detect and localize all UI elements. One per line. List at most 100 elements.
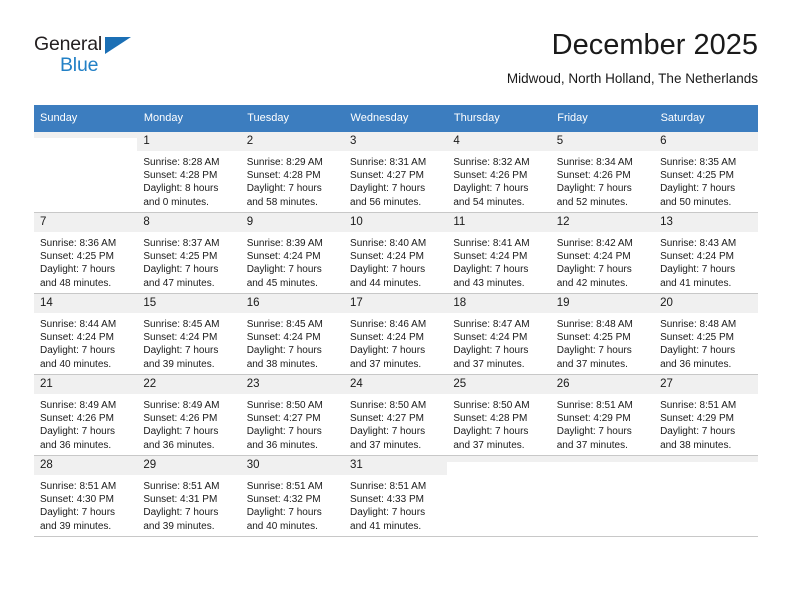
calendar-day-cell[interactable]: 13 Sunrise: 8:43 AM Sunset: 4:24 PM Dayligh… bbox=[654, 212, 758, 294]
calendar-header-row: Sunday Monday Tuesday Wednesday Thursday Frid… bbox=[34, 105, 759, 132]
calendar-day-cell[interactable]: 19 Sunrise: 8:48 AM Sunset: 4:25 PM Dayligh… bbox=[550, 293, 655, 375]
sun-info-sunset: Sunset: 4:24 PM bbox=[246, 251, 321, 263]
sun-info-daylight-line2: and 36 minutes. bbox=[143, 439, 215, 451]
day-cell-inner: 16 Sunrise: 8:45 AM Sunset: 4:24 PM Dayligh… bbox=[240, 294, 345, 374]
sun-info-sunrise: Sunrise: 8:49 AM bbox=[40, 400, 117, 411]
day-sun-info: Sunrise: 8:50 AM Sunset: 4:28 PM Daylight:… bbox=[447, 395, 550, 452]
sun-info-daylight-line1: Daylight: 7 hours bbox=[40, 264, 116, 276]
calendar-day-cell[interactable]: 22 Sunrise: 8:49 AM Sunset: 4:26 PM Dayligh… bbox=[137, 374, 241, 456]
calendar-day-cell[interactable]: 25 Sunrise: 8:50 AM Sunset: 4:28 PM Dayligh… bbox=[447, 374, 551, 456]
day-number: 12 bbox=[550, 213, 655, 233]
day-sun-info: Sunrise: 8:32 AM Sunset: 4:26 PM Daylight:… bbox=[447, 152, 550, 209]
day-cell-inner: 14 Sunrise: 8:44 AM Sunset: 4:24 PM Dayligh… bbox=[34, 294, 138, 374]
day-sun-info: Sunrise: 8:34 AM Sunset: 4:26 PM Daylight:… bbox=[551, 152, 654, 209]
calendar-day-cell[interactable]: 12 Sunrise: 8:42 AM Sunset: 4:24 PM Dayligh… bbox=[550, 212, 655, 294]
sun-info-daylight-line2: and 38 minutes. bbox=[246, 358, 318, 370]
day-number: 23 bbox=[240, 375, 345, 395]
day-cell-inner: 18 Sunrise: 8:47 AM Sunset: 4:24 PM Dayligh… bbox=[447, 294, 551, 374]
day-number: 16 bbox=[240, 294, 345, 314]
day-sun-info: Sunrise: 8:46 AM Sunset: 4:24 PM Daylight:… bbox=[344, 314, 447, 371]
sun-info-daylight-line2: and 56 minutes. bbox=[350, 196, 422, 208]
day-cell-inner: 12 Sunrise: 8:42 AM Sunset: 4:24 PM Dayligh… bbox=[550, 213, 655, 293]
sun-info-daylight-line2: and 52 minutes. bbox=[556, 196, 628, 208]
calendar-day-cell[interactable]: 23 Sunrise: 8:50 AM Sunset: 4:27 PM Dayligh… bbox=[240, 374, 345, 456]
calendar-day-cell[interactable]: 9 Sunrise: 8:39 AM Sunset: 4:24 PM Daylight… bbox=[240, 212, 345, 294]
day-cell-inner: 17 Sunrise: 8:46 AM Sunset: 4:24 PM Dayligh… bbox=[344, 294, 448, 374]
calendar-day-cell[interactable]: 29 Sunrise: 8:51 AM Sunset: 4:31 PM Dayligh… bbox=[137, 455, 241, 537]
day-number bbox=[654, 456, 758, 463]
calendar-day-cell[interactable]: 14 Sunrise: 8:44 AM Sunset: 4:24 PM Dayligh… bbox=[34, 293, 138, 375]
calendar-day-cell[interactable]: 17 Sunrise: 8:46 AM Sunset: 4:24 PM Dayligh… bbox=[344, 293, 448, 375]
calendar-day-cell[interactable]: 8 Sunrise: 8:37 AM Sunset: 4:25 PM Daylight… bbox=[137, 212, 241, 294]
day-cell-inner: 26 Sunrise: 8:51 AM Sunset: 4:29 PM Dayligh… bbox=[550, 375, 655, 455]
sun-info-daylight-line1: Daylight: 7 hours bbox=[660, 345, 736, 357]
calendar-day-cell[interactable]: 11 Sunrise: 8:41 AM Sunset: 4:24 PM Dayligh… bbox=[447, 212, 551, 294]
page-header: General Blue December 2025 Midwoud, Nort… bbox=[34, 28, 758, 100]
day-sun-info: Sunrise: 8:49 AM Sunset: 4:26 PM Daylight:… bbox=[137, 395, 240, 452]
sun-info-daylight-line2: and 37 minutes. bbox=[453, 439, 525, 451]
sun-info-daylight-line2: and 38 minutes. bbox=[660, 439, 732, 451]
page-subtitle: Midwoud, North Holland, The Netherlands bbox=[506, 71, 758, 86]
sun-info-sunrise: Sunrise: 8:47 AM bbox=[453, 319, 530, 330]
title-block: December 2025 Midwoud, North Holland, Th… bbox=[507, 28, 758, 88]
sun-info-daylight-line2: and 36 minutes. bbox=[40, 439, 112, 451]
sun-info-sunrise: Sunrise: 8:43 AM bbox=[660, 238, 737, 249]
day-cell-inner: 15 Sunrise: 8:45 AM Sunset: 4:24 PM Dayligh… bbox=[137, 294, 241, 374]
calendar-day-cell[interactable]: 24 Sunrise: 8:50 AM Sunset: 4:27 PM Dayligh… bbox=[344, 374, 448, 456]
sun-info-daylight-line1: Daylight: 7 hours bbox=[246, 507, 322, 519]
calendar-week-row: 7 Sunrise: 8:36 AM Sunset: 4:25 PM Daylight… bbox=[34, 212, 758, 294]
sun-info-daylight-line1: Daylight: 7 hours bbox=[143, 264, 219, 276]
sun-info-daylight-line1: Daylight: 7 hours bbox=[246, 426, 322, 438]
calendar-day-cell[interactable]: 7 Sunrise: 8:36 AM Sunset: 4:25 PM Daylight… bbox=[34, 212, 138, 294]
day-cell-inner: 8 Sunrise: 8:37 AM Sunset: 4:25 PM Daylight… bbox=[137, 213, 241, 293]
weekday-header-monday: Monday bbox=[137, 105, 242, 132]
sun-info-daylight-line2: and 43 minutes. bbox=[453, 277, 525, 289]
calendar-day-cell[interactable]: 16 Sunrise: 8:45 AM Sunset: 4:24 PM Dayligh… bbox=[240, 293, 345, 375]
day-sun-info: Sunrise: 8:43 AM Sunset: 4:24 PM Daylight:… bbox=[654, 233, 757, 290]
calendar-day-cell[interactable]: 27 Sunrise: 8:51 AM Sunset: 4:29 PM Dayligh… bbox=[654, 374, 758, 456]
sun-info-sunrise: Sunrise: 8:35 AM bbox=[660, 157, 737, 168]
calendar-day-cell[interactable]: 18 Sunrise: 8:47 AM Sunset: 4:24 PM Dayligh… bbox=[447, 293, 551, 375]
sun-info-sunset: Sunset: 4:27 PM bbox=[246, 413, 321, 425]
calendar-day-cell[interactable]: 1 Sunrise: 8:28 AM Sunset: 4:28 PM Daylight… bbox=[137, 132, 241, 213]
sun-info-daylight-line1: Daylight: 7 hours bbox=[556, 345, 632, 357]
day-number bbox=[550, 456, 655, 463]
calendar-day-cell[interactable]: 20 Sunrise: 8:48 AM Sunset: 4:25 PM Dayligh… bbox=[654, 293, 758, 375]
day-sun-info: Sunrise: 8:37 AM Sunset: 4:25 PM Daylight:… bbox=[137, 233, 240, 290]
calendar-day-cell[interactable]: 28 Sunrise: 8:51 AM Sunset: 4:30 PM Dayligh… bbox=[34, 455, 138, 537]
sun-info-sunrise: Sunrise: 8:51 AM bbox=[660, 400, 737, 411]
sun-info-daylight-line1: Daylight: 7 hours bbox=[453, 345, 529, 357]
calendar-day-cell[interactable]: 5 Sunrise: 8:34 AM Sunset: 4:26 PM Daylight… bbox=[550, 132, 655, 213]
sun-info-sunrise: Sunrise: 8:50 AM bbox=[350, 400, 427, 411]
calendar-day-cell[interactable]: 3 Sunrise: 8:31 AM Sunset: 4:27 PM Daylight… bbox=[344, 132, 448, 213]
sun-info-daylight-line2: and 36 minutes. bbox=[246, 439, 318, 451]
day-sun-info: Sunrise: 8:41 AM Sunset: 4:24 PM Daylight:… bbox=[447, 233, 550, 290]
brand-logo[interactable]: General Blue bbox=[34, 34, 214, 90]
sun-info-sunset: Sunset: 4:24 PM bbox=[143, 332, 218, 344]
calendar-day-cell[interactable]: 21 Sunrise: 8:49 AM Sunset: 4:26 PM Dayligh… bbox=[34, 374, 138, 456]
calendar-week-row: 28 Sunrise: 8:51 AM Sunset: 4:30 PM Dayligh… bbox=[34, 455, 758, 537]
day-cell-inner: 13 Sunrise: 8:43 AM Sunset: 4:24 PM Dayligh… bbox=[654, 213, 758, 293]
calendar-day-cell[interactable]: 26 Sunrise: 8:51 AM Sunset: 4:29 PM Dayligh… bbox=[550, 374, 655, 456]
day-sun-info: Sunrise: 8:44 AM Sunset: 4:24 PM Daylight:… bbox=[34, 314, 137, 371]
sun-info-sunset: Sunset: 4:26 PM bbox=[143, 413, 218, 425]
sun-info-daylight-line2: and 44 minutes. bbox=[350, 277, 422, 289]
sun-info-sunset: Sunset: 4:28 PM bbox=[453, 413, 528, 425]
day-cell-inner: 27 Sunrise: 8:51 AM Sunset: 4:29 PM Dayligh… bbox=[654, 375, 758, 455]
calendar-day-cell[interactable]: 2 Sunrise: 8:29 AM Sunset: 4:28 PM Daylight… bbox=[240, 132, 345, 213]
calendar-day-cell[interactable]: 6 Sunrise: 8:35 AM Sunset: 4:25 PM Daylight… bbox=[654, 132, 758, 213]
calendar-day-cell[interactable]: 31 Sunrise: 8:51 AM Sunset: 4:33 PM Dayligh… bbox=[344, 455, 448, 537]
day-cell-inner: 30 Sunrise: 8:51 AM Sunset: 4:32 PM Dayligh… bbox=[240, 456, 345, 536]
calendar-day-cell[interactable]: 10 Sunrise: 8:40 AM Sunset: 4:24 PM Dayligh… bbox=[344, 212, 448, 294]
calendar-day-cell[interactable]: 15 Sunrise: 8:45 AM Sunset: 4:24 PM Dayligh… bbox=[137, 293, 241, 375]
calendar-day-cell[interactable]: 30 Sunrise: 8:51 AM Sunset: 4:32 PM Dayligh… bbox=[240, 455, 345, 537]
day-number: 17 bbox=[344, 294, 448, 314]
sun-info-sunrise: Sunrise: 8:28 AM bbox=[143, 157, 220, 168]
sun-info-sunrise: Sunrise: 8:45 AM bbox=[246, 319, 323, 330]
calendar-day-cell[interactable]: 4 Sunrise: 8:32 AM Sunset: 4:26 PM Daylight… bbox=[447, 132, 551, 213]
calendar-body: 1 Sunrise: 8:28 AM Sunset: 4:28 PM Daylight… bbox=[34, 132, 758, 537]
day-cell-inner: 10 Sunrise: 8:40 AM Sunset: 4:24 PM Dayligh… bbox=[344, 213, 448, 293]
day-cell-inner: 4 Sunrise: 8:32 AM Sunset: 4:26 PM Daylight… bbox=[447, 132, 551, 212]
sun-info-daylight-line2: and 40 minutes. bbox=[246, 520, 318, 532]
day-number: 20 bbox=[654, 294, 758, 314]
